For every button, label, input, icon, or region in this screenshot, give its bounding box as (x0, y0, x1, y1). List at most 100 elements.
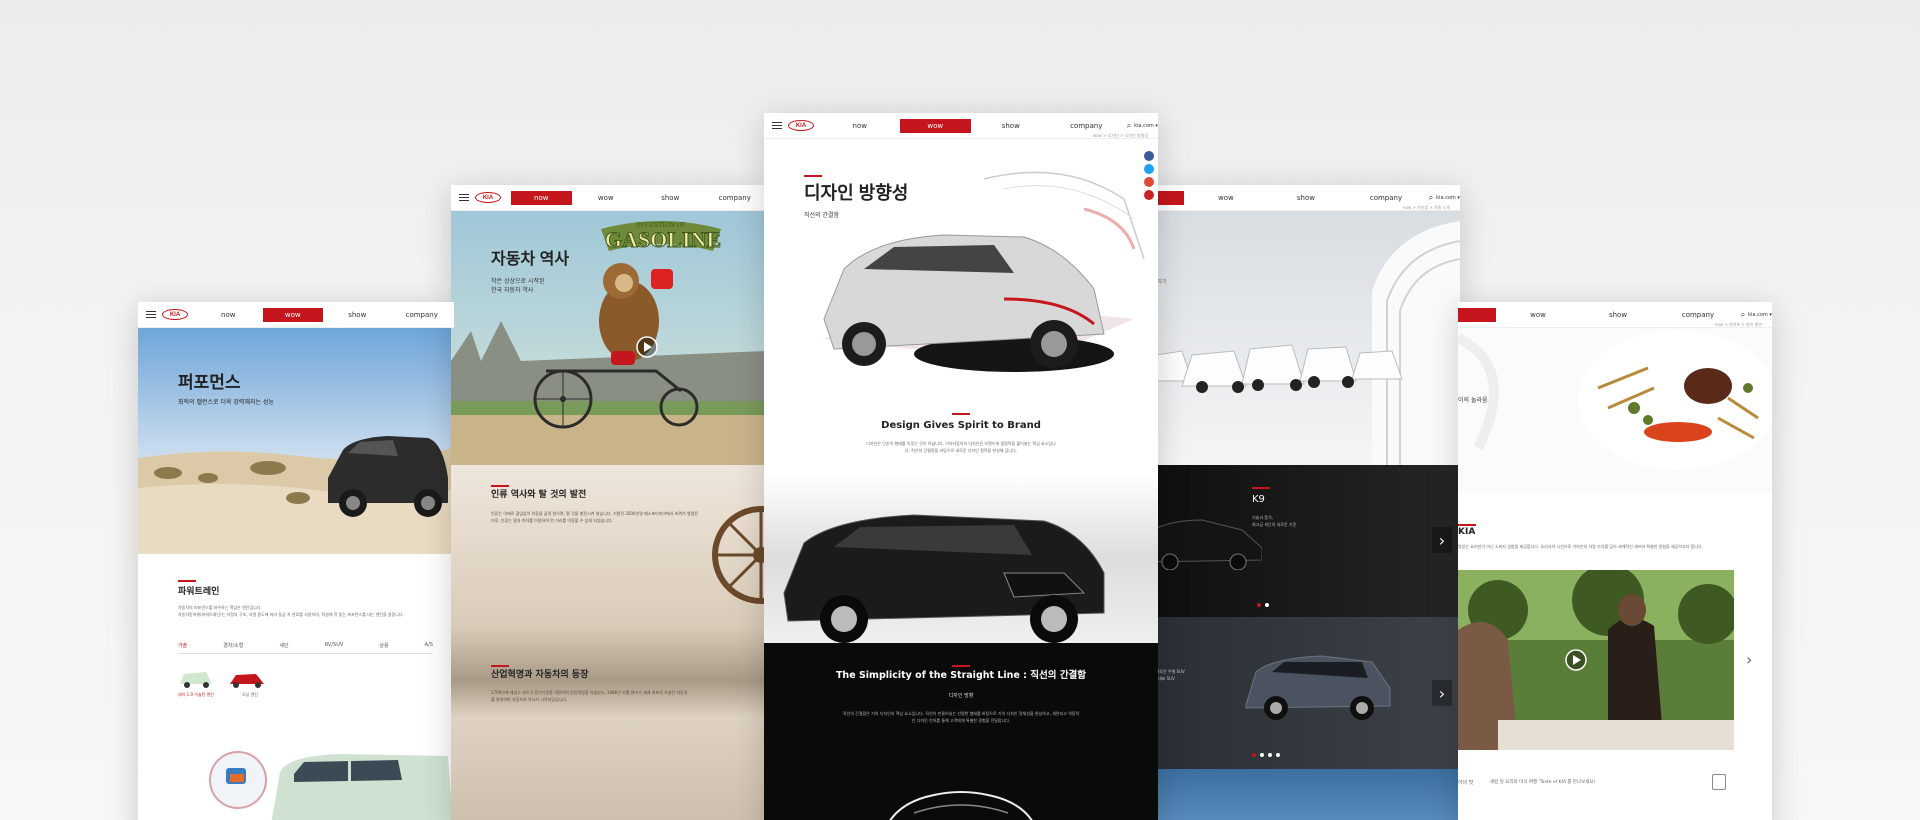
accent-bar (491, 665, 509, 667)
banner-big: GASOLINE (605, 227, 721, 252)
facebook-icon[interactable] (1144, 151, 1154, 161)
language-selector[interactable]: kia.com ▾ (1748, 312, 1772, 318)
page-title: 퍼포먼스 (178, 373, 241, 392)
tab-item[interactable]: RV/SUV (325, 642, 344, 649)
tab-show[interactable]: show (640, 191, 701, 205)
search-icon[interactable]: ⌕ (1124, 121, 1134, 131)
kia-logo[interactable]: KIA (475, 192, 501, 203)
mockup-page-lineup: wow show company ⌕ kia.com ▾ now > 라인업 >… (1142, 185, 1460, 820)
cooking-photo (1458, 570, 1734, 750)
car-outline-image (889, 791, 1033, 820)
tab-now[interactable]: now (511, 190, 572, 205)
language-selector[interactable]: kia.com ▾ (1436, 195, 1460, 201)
accent-bar (952, 413, 970, 415)
tab-company[interactable]: company (1051, 119, 1123, 133)
blue-section (1142, 769, 1460, 820)
carousel-dot[interactable] (1252, 753, 1256, 757)
top-nav: KIA now wow show company (138, 302, 454, 328)
tab-company[interactable]: company (392, 308, 453, 322)
breadcrumb: now > 라이프 > 맛의 향연 (1714, 322, 1762, 327)
lineup-hero-image (1142, 211, 1460, 465)
next-arrow-button[interactable]: › (1432, 527, 1452, 553)
menu-icon[interactable] (146, 311, 156, 318)
carousel-dot[interactable] (1265, 603, 1269, 607)
page-subtitle: 직선의 간결함 (804, 212, 840, 219)
tab-wow[interactable]: wow (899, 118, 971, 133)
tab-wow[interactable]: wow (576, 191, 637, 205)
k9-car-image (1142, 519, 1262, 570)
carousel-dot[interactable] (1260, 753, 1264, 757)
tab-show[interactable]: show (1268, 191, 1344, 205)
accent-bar (804, 175, 822, 177)
steak-dish-image (1458, 328, 1772, 492)
footer-text: 세련 맛 요리와 미식 여행 'Taste of KIA'를 만나보세요! (1490, 780, 1596, 785)
section-title: Design Gives Spirit to Brand (881, 420, 1041, 431)
tab-show[interactable]: show (975, 119, 1047, 133)
carousel-dot[interactable] (1257, 603, 1261, 607)
car-thumbnails (180, 672, 264, 688)
page-title: 이의 놀라움 (1458, 397, 1488, 404)
kia-logo[interactable]: KIA (788, 120, 814, 131)
tab-company[interactable]: company (1348, 191, 1424, 205)
carousel-dot[interactable] (1268, 753, 1272, 757)
tab-show[interactable]: show (1580, 308, 1656, 322)
tab-item[interactable]: 상용 (379, 642, 388, 649)
tab-now[interactable]: now (824, 119, 896, 133)
tab-item[interactable]: 세단 (279, 642, 288, 649)
tab-wow[interactable]: wow (262, 307, 323, 322)
tab-now[interactable] (1458, 307, 1496, 322)
car-thumbnail-label[interactable]: 레이 1.0 가솔린 엔진 (178, 692, 214, 699)
next-arrow-button[interactable]: › (1746, 650, 1752, 669)
social-share-bar (1144, 151, 1154, 200)
tab-item[interactable]: 가솔 (178, 642, 187, 649)
mockup-page-design: KIA now wow show company ⌕ kia.com ▾ wow… (764, 113, 1158, 820)
carousel-dot[interactable] (1276, 753, 1280, 757)
document-icon[interactable] (1712, 774, 1726, 790)
tab-item[interactable]: A/S (425, 642, 433, 649)
menu-icon[interactable] (772, 122, 782, 129)
section-title: 인류 역사와 탈 것의 발전 (491, 490, 587, 500)
kia-logo[interactable]: KIA (162, 309, 188, 320)
tab-company[interactable]: company (1660, 308, 1736, 322)
top-nav: KIA now wow show company (451, 185, 767, 211)
tab-now[interactable]: now (198, 308, 259, 322)
kia-section-text: 맛있는 요리만이 아닌 소비자 경험을 제공합니다. 요리사의 시선으로 기아만… (1458, 544, 1703, 549)
gasoline-banner: INVENTION OF GASOLINE (601, 221, 722, 253)
search-icon[interactable]: ⌕ (1738, 310, 1748, 320)
accent-bar (178, 580, 196, 582)
sorento-car-image (1245, 655, 1391, 720)
googleplus-icon[interactable] (1144, 177, 1154, 187)
tab-wow[interactable]: wow (1188, 191, 1264, 205)
pinterest-icon[interactable] (1144, 190, 1154, 200)
ray-car-image (209, 751, 453, 820)
tab-show[interactable]: show (327, 308, 388, 322)
twitter-icon[interactable] (1144, 164, 1154, 174)
page-title: 자동차 역사 (491, 251, 570, 268)
next-arrow-button[interactable]: › (1432, 680, 1452, 706)
section-text: 직선의 간결함은 기아 디자인의 핵심 요소입니다. 직선이 만들어내는 선명한… (842, 711, 1080, 723)
accent-bar (1458, 524, 1476, 526)
kia-section-title: KIA (1458, 527, 1476, 537)
section-title: 산업혁명과 자동차의 등장 (491, 670, 589, 680)
k9-title: K9 (1252, 494, 1265, 505)
accent-bar (491, 485, 509, 487)
tab-wow[interactable]: wow (1500, 308, 1576, 322)
carousel-dots (1257, 603, 1269, 607)
menu-icon[interactable] (459, 194, 469, 201)
mockup-page-performance: KIA now wow show company 퍼포먼스 최적의 밸런스로 더… (138, 302, 454, 820)
desert-hero-image (138, 328, 454, 554)
section-text: 디자인은 단순히 형태를 이루는 것이 아닙니다. 기아자동차의 디자인은 브랜… (866, 441, 1056, 453)
footer-label: 아의 맛 (1458, 780, 1474, 786)
car-thumbnail-label[interactable]: 모닝 엔진 (242, 692, 258, 699)
accent-bar (1252, 487, 1270, 489)
search-icon[interactable]: ⌕ (1426, 193, 1436, 203)
accent-bar (952, 665, 970, 667)
mockup-page-history: KIA now wow show company INVENTION OF GA… (451, 185, 767, 820)
k9-text: 기술과 품격, 최고급 세단의 새로운 기준 (1252, 515, 1297, 527)
section-text: 인류는 이래로 끊임없이 이동을 꿈꿔 왔으며, 탈 것을 발전시켜 왔습니다.… (491, 511, 699, 523)
language-selector[interactable]: kia.com ▾ (1134, 123, 1158, 129)
section-title: 파워트레인 (178, 587, 220, 597)
tab-item[interactable]: 경차/소형 (223, 642, 243, 649)
page-subtitle: 최적의 밸런스로 더욱 강력해지는 성능 (178, 399, 274, 406)
tab-company[interactable]: company (705, 191, 766, 205)
